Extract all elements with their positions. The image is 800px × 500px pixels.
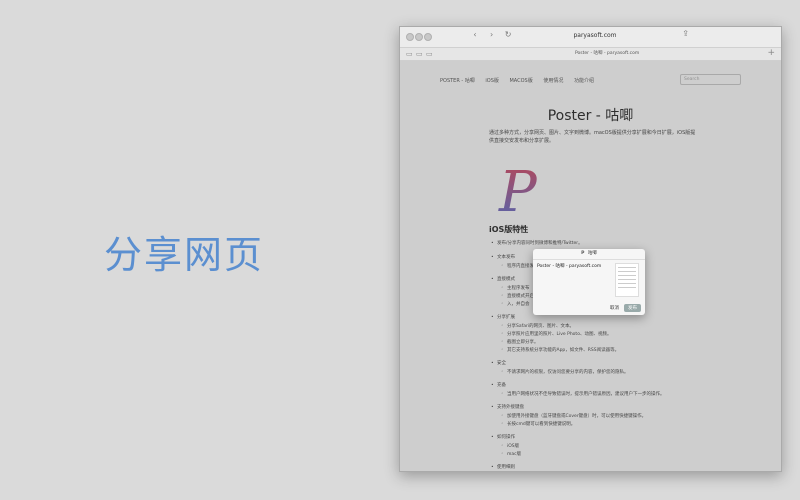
tabs-icon[interactable]: ▭ [416,50,423,58]
close-window-button[interactable] [406,33,414,41]
cancel-button[interactable]: 取消 [610,305,619,311]
share-icon[interactable]: ⇪ [682,29,689,38]
web-page: POSTER - 咕唧 iOS版 MACOS版 使用情况 功能介绍 Search… [400,61,781,471]
tab-title[interactable]: Poster - 咕唧 - paryasoft.com [575,50,639,56]
post-button[interactable]: 发布 [624,304,641,312]
bookmarks-icon[interactable]: ▭ [426,50,433,58]
minimize-window-button[interactable] [415,33,423,41]
back-button[interactable]: ‹ [468,30,482,39]
share-sheet-header: P 咕唧 [533,249,645,260]
page-thumbnail [615,263,639,297]
app-icon: P [581,251,585,256]
share-text-field[interactable]: Poster - 咕唧 - paryasoft.com [537,263,601,269]
sidebar-icon[interactable]: ▭ [406,50,413,58]
new-tab-icon[interactable]: + [767,48,775,58]
reload-button[interactable]: ↻ [501,30,515,39]
title-bar: ‹ › ↻ paryasoft.com ⇪ [400,27,781,48]
share-sheet: P 咕唧 Poster - 咕唧 - paryasoft.com 取消 发布 [533,249,645,315]
share-sheet-title: 咕唧 [587,251,597,256]
browser-window: ‹ › ↻ paryasoft.com ⇪ ▭ ▭ ▭ Poster - 咕唧 … [399,26,782,472]
address-bar[interactable]: paryasoft.com [540,30,650,42]
bookmarks-toolbar: ▭ ▭ ▭ Poster - 咕唧 - paryasoft.com + [400,48,781,61]
headline-text: 分享网页 [104,233,265,277]
forward-button[interactable]: › [485,30,499,39]
zoom-window-button[interactable] [424,33,432,41]
